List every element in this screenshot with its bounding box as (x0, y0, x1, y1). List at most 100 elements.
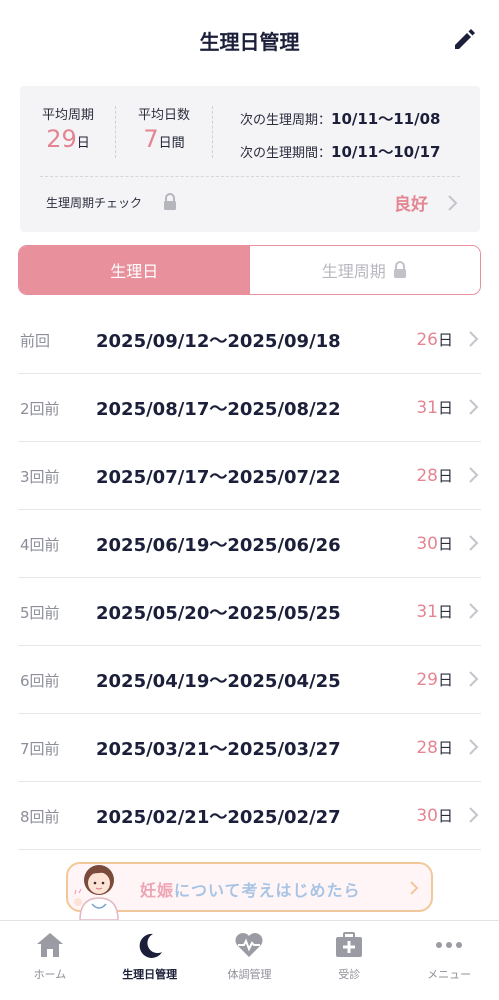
average-cycle-unit: 日 (76, 136, 90, 151)
history-unit: 日 (437, 331, 453, 349)
tab-period-cycle[interactable]: 生理周期 (249, 246, 480, 294)
tab-consultation-label: 受診 (338, 968, 361, 981)
next-period-value: 10/11〜10/17 (331, 143, 441, 161)
tab-period-management-label: 生理日管理 (122, 968, 178, 981)
cycle-check-label[interactable]: 生理周期チェック (46, 194, 142, 211)
divider (40, 176, 460, 177)
average-days-label: 平均日数 (137, 108, 190, 123)
tab-health-label: 体調管理 (227, 968, 272, 981)
tab-health[interactable]: 体調管理 (200, 921, 300, 1000)
history-range: 2025/08/17〜2025/08/22 (96, 399, 341, 420)
chevron-right-icon (469, 807, 479, 823)
list-item[interactable]: 8回前 2025/02/21〜2025/02/27 30日 (18, 782, 481, 850)
tab-home[interactable]: ホーム (0, 921, 100, 1000)
tab-home-label: ホーム (33, 968, 67, 981)
tab-menu-label: メニュー (427, 968, 472, 981)
history-range: 2025/06/19〜2025/06/26 (96, 535, 341, 556)
heart-pulse-icon (235, 933, 263, 957)
chevron-right-icon (469, 535, 479, 551)
next-period-label: 次の生理期間： (240, 146, 332, 161)
tab-period-cycle-label: 生理周期 (321, 262, 386, 281)
history-label: 前回 (20, 332, 51, 350)
history-days: 26 (416, 330, 438, 350)
history-range: 2025/04/19〜2025/04/25 (96, 671, 341, 692)
history-label: 3回前 (20, 468, 60, 486)
history-unit: 日 (437, 399, 453, 417)
history-unit: 日 (437, 467, 453, 485)
tab-period-days-label: 生理日 (110, 262, 159, 281)
average-cycle-value: 29 (46, 125, 77, 153)
chevron-right-icon (410, 881, 419, 895)
next-cycle-label: 次の生理周期： (240, 113, 332, 128)
list-item[interactable]: 7回前 2025/03/21〜2025/03/27 28日 (18, 714, 481, 782)
list-item[interactable]: 4回前 2025/06/19〜2025/06/26 30日 (18, 510, 481, 578)
history-unit: 日 (437, 603, 453, 621)
history-range: 2025/09/12〜2025/09/18 (96, 331, 341, 352)
average-days: 平均日数 7日間 (134, 104, 194, 153)
next-cycle-value: 10/11〜11/08 (331, 110, 441, 128)
history-days: 29 (416, 670, 438, 690)
history-range: 2025/07/17〜2025/07/22 (96, 467, 341, 488)
cycle-check-status[interactable]: 良好 (394, 190, 428, 215)
home-icon (36, 933, 63, 957)
banner-text-rest: について考えはじめたら (174, 881, 361, 900)
average-days-value: 7 (143, 125, 159, 153)
divider (115, 106, 116, 158)
history-label: 8回前 (20, 808, 60, 826)
history-days: 28 (416, 738, 438, 758)
lock-icon (164, 193, 176, 210)
chevron-right-icon (469, 671, 479, 687)
history-range: 2025/03/21〜2025/03/27 (96, 739, 341, 760)
chevron-right-icon (469, 603, 479, 619)
history-label: 2回前 (20, 400, 60, 418)
history-range: 2025/02/21〜2025/02/27 (96, 807, 341, 828)
lock-icon (393, 261, 406, 278)
average-cycle-label: 平均周期 (41, 108, 94, 123)
average-cycle: 平均周期 29日 (40, 104, 96, 153)
banner-text-highlight: 妊娠 (140, 881, 175, 900)
page-title: 生理日管理 (199, 30, 300, 54)
nurse-illustration (72, 865, 119, 920)
history-days: 28 (416, 466, 438, 486)
chevron-right-icon[interactable] (446, 194, 458, 212)
tab-period-days[interactable]: 生理日 (19, 246, 250, 294)
history-days: 31 (416, 602, 438, 622)
banner-text: 妊娠について考えはじめたら (140, 877, 361, 901)
history-label: 5回前 (20, 604, 60, 622)
next-cycle: 次の生理周期：10/11〜11/08 (240, 108, 440, 129)
list-item[interactable]: 2回前 2025/08/17〜2025/08/22 31日 (18, 374, 481, 442)
pencil-icon[interactable] (451, 25, 479, 53)
header: 生理日管理 (0, 0, 499, 80)
divider (212, 106, 213, 158)
chevron-right-icon (469, 331, 479, 347)
tab-consultation[interactable]: 受診 (299, 921, 399, 1000)
average-days-unit: 日間 (158, 136, 185, 151)
history-range: 2025/05/20〜2025/05/25 (96, 603, 341, 624)
tab-period-management[interactable]: 生理日管理 (100, 921, 200, 1000)
history-label: 7回前 (20, 740, 60, 758)
chevron-right-icon (469, 739, 479, 755)
chevron-right-icon (469, 399, 479, 415)
history-unit: 日 (437, 535, 453, 553)
tab-menu[interactable]: メニュー (399, 921, 499, 1000)
cycle-summary-card: 平均周期 29日 平均日数 7日間 次の生理周期：10/11〜11/08 次の生… (20, 86, 480, 232)
view-segmented-control: 生理日 生理周期 (18, 245, 481, 295)
chevron-right-icon (469, 467, 479, 483)
history-unit: 日 (437, 807, 453, 825)
bottom-tab-bar: ホーム 生理日管理 体調管理 受診 メニュー (0, 920, 499, 1000)
more-dots-icon (436, 942, 463, 948)
list-item[interactable]: 5回前 2025/05/20〜2025/05/25 31日 (18, 578, 481, 646)
history-days: 30 (416, 534, 438, 554)
history-days: 31 (416, 398, 438, 418)
list-item[interactable]: 前回 2025/09/12〜2025/09/18 26日 (18, 306, 481, 374)
list-item[interactable]: 6回前 2025/04/19〜2025/04/25 29日 (18, 646, 481, 714)
history-days: 30 (416, 806, 438, 826)
history-label: 6回前 (20, 672, 60, 690)
history-unit: 日 (437, 671, 453, 689)
next-period: 次の生理期間：10/11〜10/17 (240, 141, 440, 162)
medical-kit-icon (336, 932, 363, 957)
history-label: 4回前 (20, 536, 60, 554)
history-unit: 日 (437, 739, 453, 757)
period-history-list: 前回 2025/09/12〜2025/09/18 26日 2回前 2025/08… (18, 306, 481, 850)
list-item[interactable]: 3回前 2025/07/17〜2025/07/22 28日 (18, 442, 481, 510)
